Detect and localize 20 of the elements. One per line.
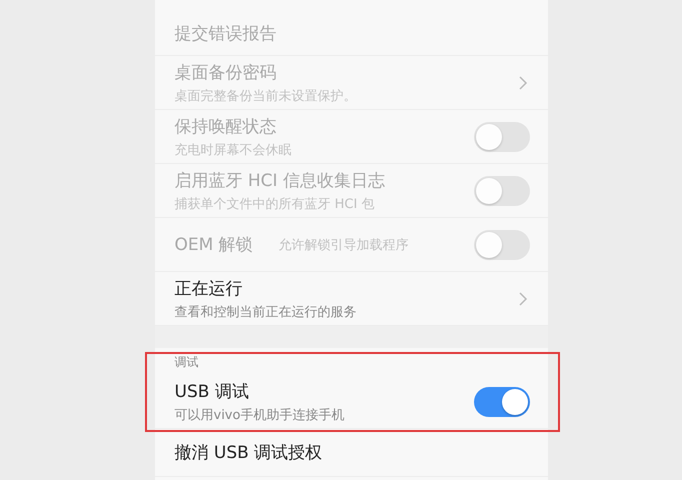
section-header: 调试 [174, 354, 200, 371]
setting-title: 启用蓝牙 HCI 信息收集日志 [174, 170, 385, 192]
toggle-switch[interactable] [474, 386, 530, 416]
setting-note: 允许解锁引导加载程序 [278, 236, 409, 254]
chevron-icon [518, 74, 528, 90]
settings-row[interactable]: USB 调试 可以用vivo手机助手连接手机 [154, 375, 548, 429]
setting-description: 充电时屏幕不会休眠 [174, 142, 292, 158]
setting-title: USB 调试 [174, 380, 250, 402]
setting-title: 保持唤醒状态 [174, 116, 276, 138]
chevron-icon [518, 290, 528, 306]
setting-description: 桌面完整备份当前未设置保护。 [174, 88, 358, 104]
setting-description: 捕获单个文件中的所有蓝牙 HCI 包 [174, 196, 376, 212]
setting-title: 撤消 USB 调试授权 [174, 442, 324, 464]
settings-row[interactable]: 撤消 USB 调试授权 [154, 429, 548, 477]
setting-title: 桌面备份密码 [174, 62, 276, 84]
setting-title: 正在运行 [174, 278, 242, 300]
setting-description: 可以用vivo手机助手连接手机 [174, 406, 346, 424]
setting-title: 提交错误报告 [174, 23, 276, 45]
setting-description: 查看和控制当前正在运行的服务 [174, 304, 358, 320]
setting-title: OEM 解锁 [174, 234, 253, 256]
